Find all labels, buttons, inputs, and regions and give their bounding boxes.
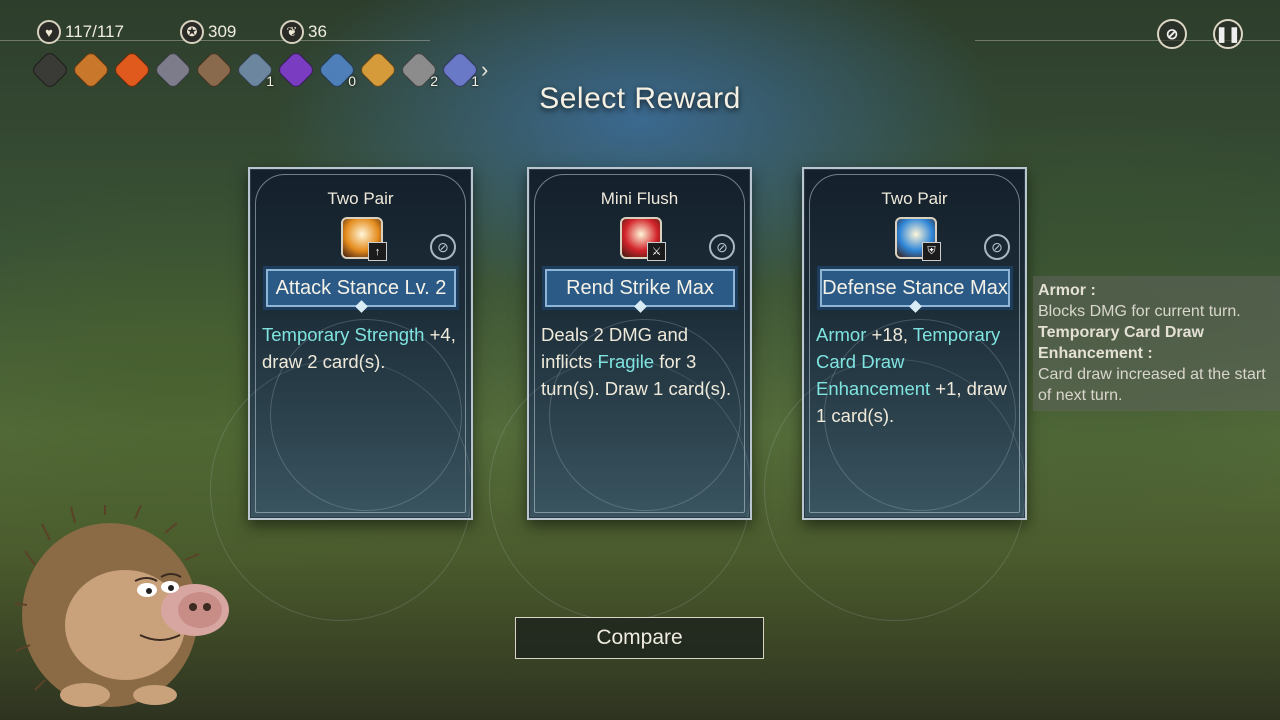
card-name: Defense Stance Max bbox=[822, 276, 1008, 299]
page-title: Select Reward bbox=[539, 82, 741, 115]
coin-stat: ✪ 309 bbox=[180, 20, 236, 44]
keyword-text[interactable]: Temporary Strength bbox=[262, 324, 424, 345]
reward-card[interactable]: Two Pair ↑ ⊘ Attack Stance Lv. 2 Tempora… bbox=[210, 167, 473, 621]
card-ornament bbox=[210, 359, 472, 621]
speed-toggle-button[interactable]: ⊘ bbox=[1157, 19, 1187, 49]
skill-badge-icon: ⚔ bbox=[647, 242, 666, 261]
keyword-text[interactable]: Armor bbox=[816, 324, 866, 345]
tooltip-def-card-draw: Card draw increased at the start of next… bbox=[1038, 366, 1266, 404]
no-speed-icon: ⊘ bbox=[1165, 26, 1179, 43]
shard-stat: ❦ 36 bbox=[280, 20, 327, 44]
no-upgrade-icon: ⊘ bbox=[430, 234, 456, 260]
tooltip-term-card-draw: Temporary Card Draw Enhancement : bbox=[1038, 324, 1204, 362]
hedgehog-mascot bbox=[15, 505, 229, 707]
description-text: +18, bbox=[866, 324, 913, 345]
coin-value: 309 bbox=[208, 22, 237, 41]
chevron-right-icon[interactable]: › bbox=[481, 57, 488, 83]
card-combo: Two Pair bbox=[327, 189, 394, 208]
skill-badge-icon: ↑ bbox=[368, 242, 387, 261]
hp-value: 117/117 bbox=[65, 22, 124, 41]
tooltip-term-armor: Armor : bbox=[1038, 282, 1096, 299]
card-name-banner: Defense Stance Max bbox=[820, 269, 1010, 313]
no-upgrade-icon: ⊘ bbox=[984, 234, 1010, 260]
shard-value: 36 bbox=[308, 22, 327, 41]
card-description: Temporary Strength +4, draw 2 card(s). bbox=[262, 321, 461, 375]
card-name-banner: Rend Strike Max bbox=[545, 269, 735, 313]
reward-card[interactable]: Mini Flush ⚔ ⊘ Rend Strike Max Deals 2 D… bbox=[489, 167, 752, 621]
compare-button[interactable]: Compare bbox=[515, 617, 764, 659]
heart-icon: ♥ bbox=[37, 20, 61, 44]
tooltip-def-armor: Blocks DMG for current turn. bbox=[1038, 303, 1241, 320]
shard-icon: ❦ bbox=[280, 20, 304, 44]
pause-icon: ❚❚ bbox=[1215, 26, 1241, 43]
card-name: Attack Stance Lv. 2 bbox=[275, 276, 447, 299]
card-combo: Mini Flush bbox=[600, 189, 679, 208]
coin-icon: ✪ bbox=[180, 20, 204, 44]
card-name: Rend Strike Max bbox=[566, 276, 714, 299]
hp-stat: ♥ 117/117 bbox=[37, 20, 124, 44]
keyword-tooltip: Armor : Blocks DMG for current turn. Tem… bbox=[1033, 276, 1280, 411]
card-description: Armor +18, Temporary Card Draw Enhanceme… bbox=[816, 321, 1015, 429]
keyword-text[interactable]: Fragile bbox=[598, 351, 655, 372]
skill-badge-icon: ⛨ bbox=[922, 242, 941, 261]
card-name-banner: Attack Stance Lv. 2 bbox=[266, 269, 456, 313]
card-description: Deals 2 DMG and inflicts Fragile for 3 t… bbox=[541, 321, 740, 402]
card-combo: Two Pair bbox=[881, 189, 948, 208]
pause-button[interactable]: ❚❚ bbox=[1213, 19, 1243, 49]
reward-card[interactable]: Two Pair ⛨ ⊘ Defense Stance Max Armor +1… bbox=[764, 167, 1027, 621]
no-upgrade-icon: ⊘ bbox=[709, 234, 735, 260]
